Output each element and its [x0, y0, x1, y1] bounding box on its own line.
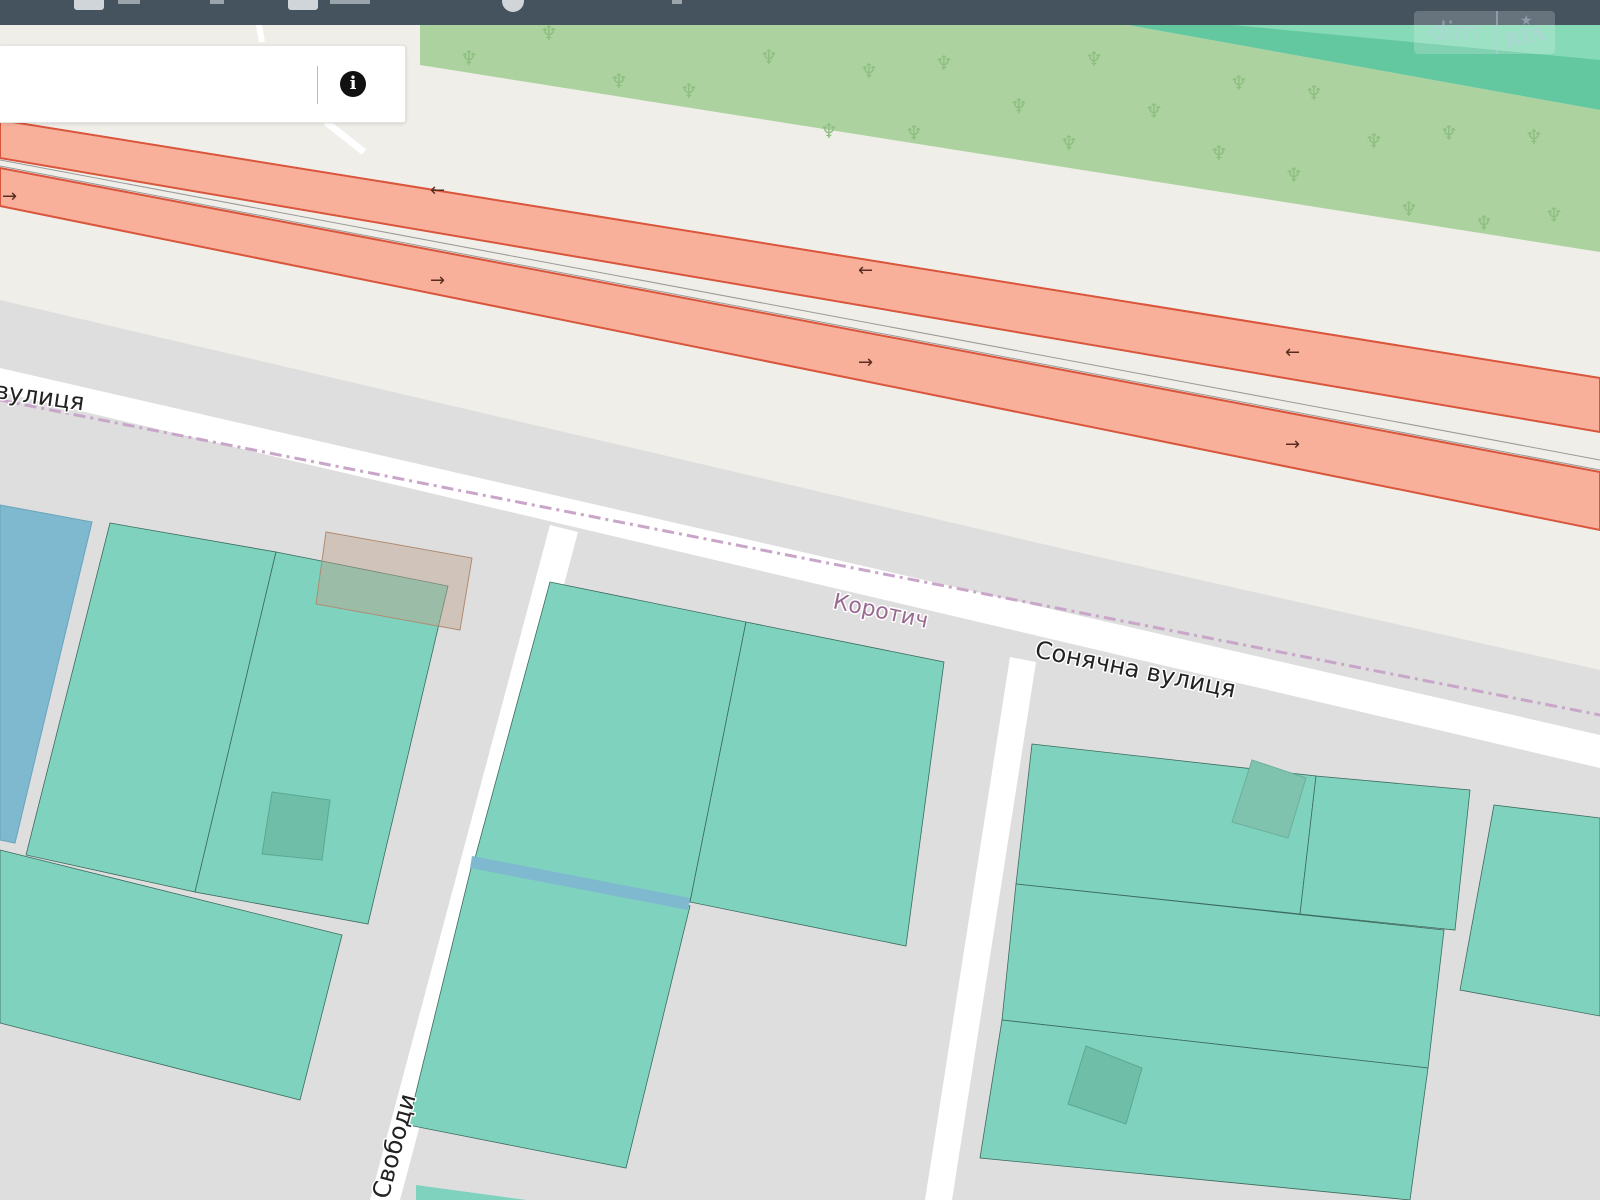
svg-text:→: → [1285, 434, 1300, 455]
map-canvas[interactable]: ♆ ♆ ♆ ♆ ♆ ♆ ♆ ♆ ♆ ♆ ♆ ♆ ♆ ♆ ♆ ♆ ♆ ♆ ♆ ♆ … [0, 0, 1600, 1200]
building-footprint [261, 791, 331, 861]
svg-text:♆: ♆ [935, 51, 953, 75]
svg-text:♆: ♆ [1305, 81, 1323, 105]
svg-text:→: → [858, 352, 873, 373]
svg-text:♆: ♆ [1085, 47, 1103, 71]
svg-text:♆: ♆ [1145, 99, 1163, 123]
info-icon[interactable]: i [340, 71, 366, 97]
svg-text:←: ← [858, 260, 873, 281]
svg-text:♆: ♆ [460, 46, 478, 70]
toolbar-label-fragment [118, 0, 140, 4]
svg-text:♆: ♆ [680, 79, 698, 103]
checkbox-icon[interactable] [288, 0, 318, 10]
svg-text:←: ← [430, 180, 445, 201]
svg-text:♆: ♆ [820, 119, 838, 143]
svg-text:♆: ♆ [905, 121, 923, 145]
watermark-ria: ★ RIA [1498, 11, 1555, 54]
svg-text:←: ← [1285, 342, 1300, 363]
svg-text:♆: ♆ [860, 59, 878, 83]
svg-text:♆: ♆ [1545, 203, 1563, 227]
search-divider [317, 66, 318, 104]
svg-text:♆: ♆ [1060, 131, 1078, 155]
toolbar-label-fragment [330, 0, 370, 4]
svg-text:→: → [430, 270, 445, 291]
watermark-ria-text: RIA [1501, 20, 1548, 54]
svg-text:♆: ♆ [1475, 211, 1493, 235]
svg-text:♆: ♆ [1400, 197, 1418, 221]
toolbar-label-fragment [210, 0, 224, 4]
svg-text:♆: ♆ [1210, 141, 1228, 165]
watermark-logo: dim ★ RIA [1414, 11, 1555, 54]
watermark-dim-text: dim [1414, 11, 1498, 54]
top-toolbar [0, 0, 1600, 25]
svg-text:♆: ♆ [1285, 163, 1303, 187]
radio-icon[interactable] [502, 0, 524, 12]
svg-text:♆: ♆ [1230, 71, 1248, 95]
svg-text:♆: ♆ [1525, 125, 1543, 149]
checkbox-icon[interactable] [74, 0, 104, 10]
toolbar-label-fragment [672, 0, 682, 4]
svg-text:♆: ♆ [1010, 94, 1028, 118]
svg-text:→: → [2, 186, 17, 207]
search-input[interactable] [0, 46, 313, 122]
building-zone [1299, 775, 1471, 931]
svg-text:♆: ♆ [760, 45, 778, 69]
svg-text:♆: ♆ [1365, 129, 1383, 153]
svg-text:♆: ♆ [1440, 121, 1458, 145]
svg-text:♆: ♆ [610, 69, 628, 93]
